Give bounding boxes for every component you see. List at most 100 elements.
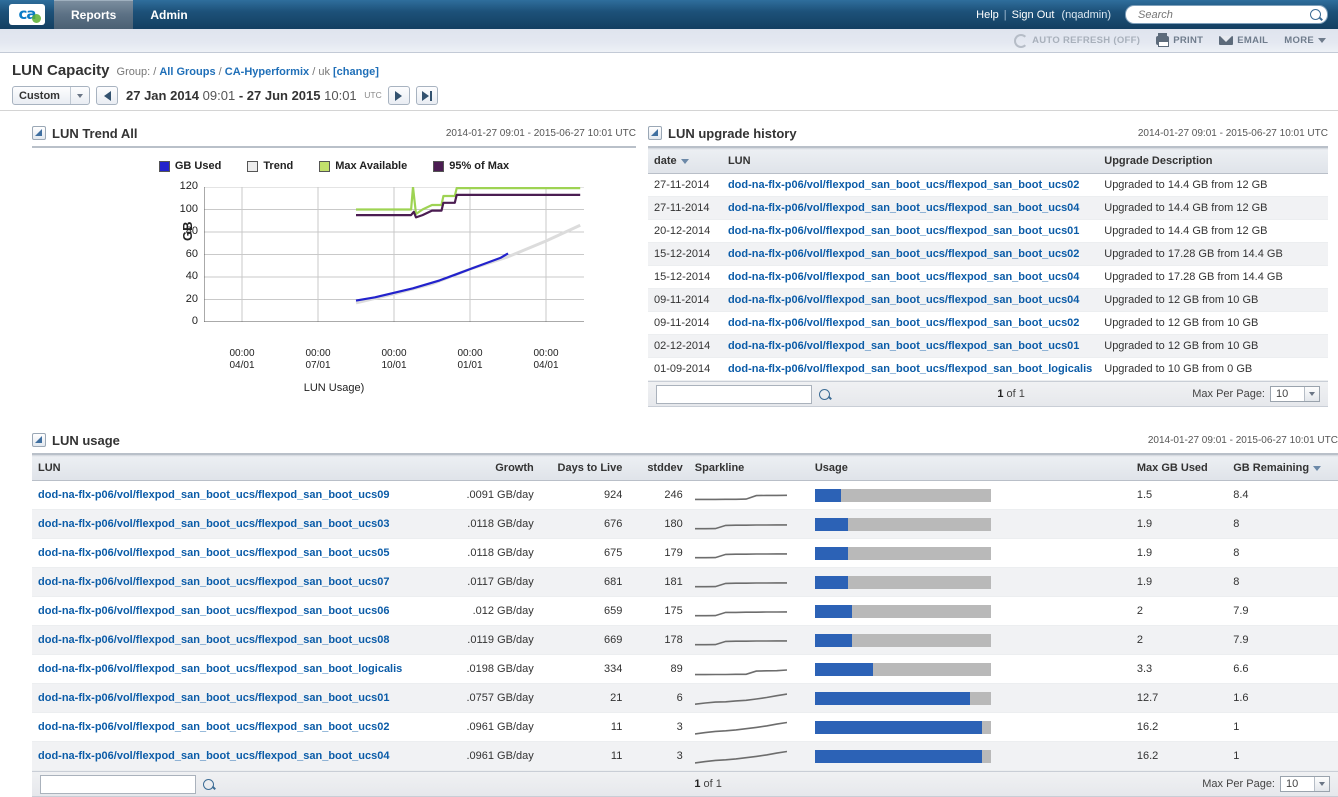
lun-link[interactable]: dod-na-flx-p06/vol/flexpod_san_boot_ucs/… [38,634,389,646]
col-max-gb-used[interactable]: Max GB Used [1130,455,1228,481]
table-row[interactable]: dod-na-flx-p06/vol/flexpod_san_boot_ucs/… [32,596,1338,626]
cell-lun[interactable]: dod-na-flx-p06/vol/flexpod_san_boot_ucs/… [721,196,1099,220]
col-sparkline[interactable]: Sparkline [688,455,809,481]
table-row[interactable]: dod-na-flx-p06/vol/flexpod_san_boot_ucs/… [32,567,1338,597]
usage-filter-input[interactable] [40,774,196,794]
lun-link[interactable]: dod-na-flx-p06/vol/flexpod_san_boot_ucs/… [38,518,389,530]
table-row[interactable]: 02-12-2014 dod-na-flx-p06/vol/flexpod_sa… [648,334,1328,358]
lun-link[interactable]: dod-na-flx-p06/vol/flexpod_san_boot_ucs/… [38,605,389,617]
email-button[interactable]: EMAIL [1219,35,1268,46]
table-row[interactable]: 09-11-2014 dod-na-flx-p06/vol/flexpod_sa… [648,288,1328,312]
more-button[interactable]: MORE [1284,35,1326,46]
change-group-link[interactable]: [change] [333,66,379,78]
lun-link[interactable]: dod-na-flx-p06/vol/flexpod_san_boot_ucs/… [728,317,1079,329]
range-next-button[interactable] [387,86,410,105]
cell-lun[interactable]: dod-na-flx-p06/vol/flexpod_san_boot_ucs/… [32,596,459,626]
global-search[interactable] [1125,5,1328,24]
col-stddev[interactable]: stddev [628,455,689,481]
cell-lun[interactable]: dod-na-flx-p06/vol/flexpod_san_boot_ucs/… [721,288,1099,312]
cell-lun[interactable]: dod-na-flx-p06/vol/flexpod_san_boot_ucs/… [721,357,1099,381]
breadcrumb-all-groups[interactable]: All Groups [159,66,215,78]
lun-link[interactable]: dod-na-flx-p06/vol/flexpod_san_boot_ucs/… [38,576,389,588]
range-latest-button[interactable] [415,86,438,105]
table-row[interactable]: 27-11-2014 dod-na-flx-p06/vol/flexpod_sa… [648,196,1328,220]
cell-lun[interactable]: dod-na-flx-p06/vol/flexpod_san_boot_ucs/… [32,509,459,539]
cell-lun[interactable]: dod-na-flx-p06/vol/flexpod_san_boot_ucs/… [32,538,459,568]
table-row[interactable]: dod-na-flx-p06/vol/flexpod_san_boot_ucs/… [32,538,1338,568]
table-row[interactable]: dod-na-flx-p06/vol/flexpod_san_boot_ucs/… [32,683,1338,713]
search-icon[interactable] [1310,9,1321,20]
cell-lun[interactable]: dod-na-flx-p06/vol/flexpod_san_boot_ucs/… [32,625,459,655]
breadcrumb-company[interactable]: CA-Hyperformix [225,66,309,78]
lun-link[interactable]: dod-na-flx-p06/vol/flexpod_san_boot_ucs/… [728,225,1079,237]
search-input[interactable] [1136,6,1310,23]
sign-out-link[interactable]: Sign Out [1012,9,1055,21]
col-upgrade-description[interactable]: Upgrade Description [1098,148,1328,174]
range-previous-button[interactable] [96,86,118,105]
table-row[interactable]: dod-na-flx-p06/vol/flexpod_san_boot_ucs/… [32,625,1338,655]
ca-logo[interactable]: ca [0,0,54,29]
cell-lun[interactable]: dod-na-flx-p06/vol/flexpod_san_boot_ucs/… [721,219,1099,243]
lun-link[interactable]: dod-na-flx-p06/vol/flexpod_san_boot_ucs/… [728,202,1079,214]
collapse-icon[interactable] [32,126,46,140]
table-row[interactable]: 15-12-2014 dod-na-flx-p06/vol/flexpod_sa… [648,265,1328,289]
lun-link[interactable]: dod-na-flx-p06/vol/flexpod_san_boot_ucs/… [728,248,1079,260]
col-gb-remaining[interactable]: GB Remaining [1227,455,1338,481]
lun-link[interactable]: dod-na-flx-p06/vol/flexpod_san_boot_ucs/… [728,294,1079,306]
cell-lun[interactable]: dod-na-flx-p06/vol/flexpod_san_boot_ucs/… [32,741,459,771]
cell-lun[interactable]: dod-na-flx-p06/vol/flexpod_san_boot_ucs/… [32,480,459,510]
collapse-icon[interactable] [648,126,662,140]
search-icon[interactable] [819,388,830,400]
lun-link[interactable]: dod-na-flx-p06/vol/flexpod_san_boot_ucs/… [728,340,1079,352]
print-button[interactable]: PRINT [1156,33,1203,47]
cell-growth: .0757 GB/day [458,683,540,713]
table-row[interactable]: dod-na-flx-p06/vol/flexpod_san_boot_ucs/… [32,480,1338,510]
tab-admin[interactable]: Admin [133,0,204,29]
lun-link[interactable]: dod-na-flx-p06/vol/flexpod_san_boot_ucs/… [38,750,389,762]
cell-lun[interactable]: dod-na-flx-p06/vol/flexpod_san_boot_ucs/… [32,683,459,713]
cell-lun[interactable]: dod-na-flx-p06/vol/flexpod_san_boot_ucs/… [721,311,1099,335]
usage-max-per-page-select[interactable]: 10 [1280,776,1330,792]
table-row[interactable]: 01-09-2014 dod-na-flx-p06/vol/flexpod_sa… [648,357,1328,381]
col-days-to-live[interactable]: Days to Live [539,455,629,481]
table-row[interactable]: 27-11-2014 dod-na-flx-p06/vol/flexpod_sa… [648,173,1328,197]
col-growth[interactable]: Growth [458,455,540,481]
table-row[interactable]: 09-11-2014 dod-na-flx-p06/vol/flexpod_sa… [648,311,1328,335]
upgrade-filter-input[interactable] [656,384,812,404]
table-row[interactable]: dod-na-flx-p06/vol/flexpod_san_boot_ucs/… [32,509,1338,539]
col-lun[interactable]: LUN [721,148,1099,174]
lun-link[interactable]: dod-na-flx-p06/vol/flexpod_san_boot_ucs/… [38,489,389,501]
col-usage[interactable]: Usage [808,455,1131,481]
cell-lun[interactable]: dod-na-flx-p06/vol/flexpod_san_boot_ucs/… [32,712,459,742]
chevron-down-icon[interactable] [1314,777,1329,791]
cell-lun[interactable]: dod-na-flx-p06/vol/flexpod_san_boot_ucs/… [721,265,1099,289]
collapse-icon[interactable] [32,433,46,447]
col-date[interactable]: date [648,148,722,174]
cell-lun[interactable]: dod-na-flx-p06/vol/flexpod_san_boot_ucs/… [32,567,459,597]
lun-link[interactable]: dod-na-flx-p06/vol/flexpod_san_boot_ucs/… [38,721,389,733]
table-row[interactable]: dod-na-flx-p06/vol/flexpod_san_boot_ucs/… [32,712,1338,742]
lun-link[interactable]: dod-na-flx-p06/vol/flexpod_san_boot_ucs/… [38,692,389,704]
cell-lun[interactable]: dod-na-flx-p06/vol/flexpod_san_boot_ucs/… [721,334,1099,358]
lun-link[interactable]: dod-na-flx-p06/vol/flexpod_san_boot_ucs/… [728,271,1079,283]
table-row[interactable]: 20-12-2014 dod-na-flx-p06/vol/flexpod_sa… [648,219,1328,243]
lun-link[interactable]: dod-na-flx-p06/vol/flexpod_san_boot_ucs/… [728,179,1079,191]
help-link[interactable]: Help [976,9,999,21]
search-icon[interactable] [203,778,214,790]
auto-refresh-button[interactable]: AUTO REFRESH (OFF) [1014,33,1140,48]
table-row[interactable]: 15-12-2014 dod-na-flx-p06/vol/flexpod_sa… [648,242,1328,266]
lun-link[interactable]: dod-na-flx-p06/vol/flexpod_san_boot_ucs/… [38,663,402,675]
table-row[interactable]: dod-na-flx-p06/vol/flexpod_san_boot_ucs/… [32,741,1338,771]
lun-link[interactable]: dod-na-flx-p06/vol/flexpod_san_boot_ucs/… [728,363,1092,375]
cell-lun[interactable]: dod-na-flx-p06/vol/flexpod_san_boot_ucs/… [721,242,1099,266]
tab-reports[interactable]: Reports [54,0,134,29]
range-preset-select[interactable]: Custom [12,86,90,105]
lun-link[interactable]: dod-na-flx-p06/vol/flexpod_san_boot_ucs/… [38,547,389,559]
cell-lun[interactable]: dod-na-flx-p06/vol/flexpod_san_boot_ucs/… [32,654,459,684]
col-lun[interactable]: LUN [32,455,459,481]
range-preset-dropdown-arrow[interactable] [70,87,89,104]
cell-lun[interactable]: dod-na-flx-p06/vol/flexpod_san_boot_ucs/… [721,173,1099,197]
chevron-down-icon[interactable] [1304,387,1319,401]
table-row[interactable]: dod-na-flx-p06/vol/flexpod_san_boot_ucs/… [32,654,1338,684]
upgrade-max-per-page-select[interactable]: 10 [1270,386,1320,402]
